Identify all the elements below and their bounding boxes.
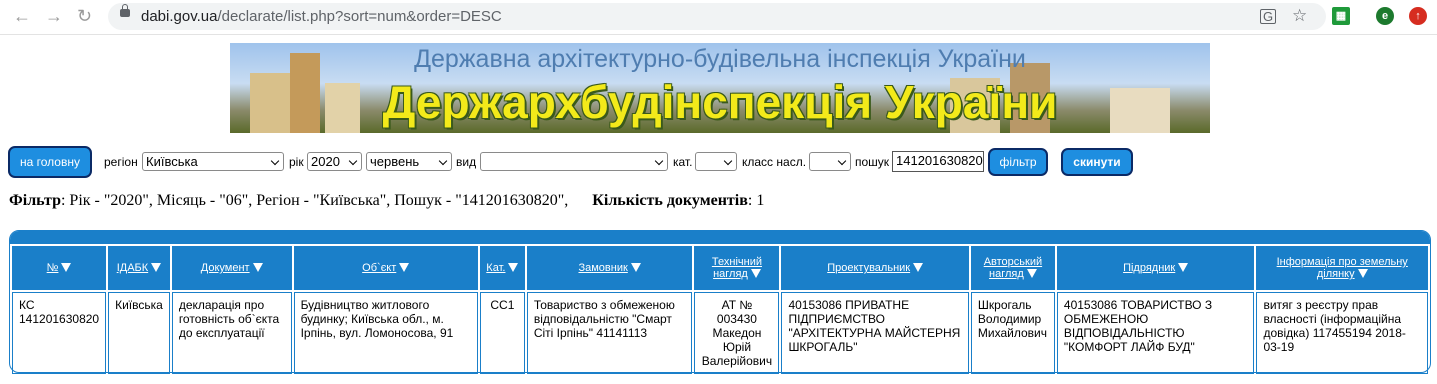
column-header-designer[interactable]: Проектувальник: [781, 246, 969, 290]
column-header-customer[interactable]: Замовник: [526, 246, 693, 290]
filter-summary-text: : Рік - "2020", Місяць - "06", Регіон - …: [60, 192, 569, 209]
filter-button[interactable]: фільтр: [988, 148, 1048, 176]
translate-icon[interactable]: G: [1260, 9, 1277, 24]
sort-arrow-icon[interactable]: [399, 263, 410, 272]
class-label: класс насл.: [742, 155, 807, 169]
column-header-land-info[interactable]: Інформація про земельну ділянку: [1256, 246, 1428, 290]
filter-summary-label: Фільтр: [9, 192, 61, 209]
forward-icon[interactable]: →: [45, 6, 63, 26]
column-header-idabk[interactable]: ІДАБК: [108, 246, 170, 290]
browser-toolbar: ← → ↻ dabi.gov.ua/declarate/list.php?sor…: [0, 0, 1437, 35]
category-label: кат.: [673, 155, 693, 169]
table-row: КС 141201630820 Київська декларація про …: [12, 292, 1428, 374]
region-select[interactable]: Київська: [142, 152, 284, 171]
cell-author-supervision: Шкрогаль Володимир Михайлович: [970, 292, 1055, 374]
profile-avatar[interactable]: e: [1376, 7, 1394, 25]
cell-tech-supervision: АТ № 003430 Македон Юрій Валерійович: [694, 292, 780, 374]
month-select[interactable]: червень: [366, 152, 452, 171]
year-select[interactable]: 2020: [307, 152, 362, 171]
cell-designer: 40153086 ПРИВАТНЕ ПІДПРИЄМСТВО "АРХІТЕКТ…: [781, 292, 969, 374]
banner-title: Держархбудінспекція України: [382, 76, 1058, 128]
search-label: пошук: [855, 155, 890, 169]
sort-arrow-icon[interactable]: [750, 269, 761, 278]
column-header-tech-supervision[interactable]: Технічний нагляд: [694, 246, 780, 290]
declarations-table-container: № ІДАБК Документ Об`єкт Кат. Замовник Те…: [9, 230, 1431, 376]
cell-contractor: 40153086 ТОВАРИСТВО З ОБМЕЖЕНОЮ ВІДПОВІД…: [1056, 292, 1255, 374]
column-header-contractor[interactable]: Підрядник: [1056, 246, 1255, 290]
sort-arrow-icon[interactable]: [252, 263, 263, 272]
banner-subtitle: Державна архітектурно-будівельна інспекц…: [414, 45, 1026, 73]
bookmark-star-icon[interactable]: ☆: [1292, 6, 1307, 26]
sort-arrow-icon[interactable]: [630, 263, 641, 272]
filter-summary: Фільтр: Рік - "2020", Місяць - "06", Рег…: [9, 192, 764, 210]
cell-idabk: Київська: [108, 292, 170, 374]
address-bar[interactable]: dabi.gov.ua/declarate/list.php?sort=num&…: [108, 3, 1326, 30]
table-header-row: № ІДАБК Документ Об`єкт Кат. Замовник Те…: [12, 246, 1428, 290]
reload-icon[interactable]: ↻: [77, 6, 92, 26]
region-label: регіон: [104, 155, 138, 169]
site-banner: Державна архітектурно-будівельна інспекц…: [230, 43, 1210, 133]
column-header-object[interactable]: Об`єкт: [293, 246, 478, 290]
cell-object: Будівництво житлового будинку; Київська …: [293, 292, 478, 374]
lock-icon: [120, 4, 130, 17]
cell-customer: Товариство з обмеженою відповідальністю …: [526, 292, 693, 374]
sort-arrow-icon[interactable]: [1357, 269, 1368, 278]
reset-button[interactable]: скинути: [1061, 148, 1133, 176]
table-caption-bar: [10, 231, 1430, 244]
column-header-author-supervision[interactable]: Авторський нагляд: [970, 246, 1055, 290]
document-count-label: Кількість документів: [592, 192, 748, 209]
cell-num: КС 141201630820: [12, 292, 107, 374]
type-label: вид: [456, 155, 477, 169]
category-select[interactable]: [695, 152, 737, 171]
sort-arrow-icon[interactable]: [508, 263, 519, 272]
extension-icon[interactable]: ▦: [1332, 7, 1350, 25]
sort-arrow-icon[interactable]: [1026, 269, 1037, 278]
year-label: рік: [289, 155, 304, 169]
sort-arrow-icon[interactable]: [61, 263, 72, 272]
column-header-num[interactable]: №: [12, 246, 107, 290]
column-header-category[interactable]: Кат.: [479, 246, 525, 290]
home-button[interactable]: на головну: [8, 146, 92, 178]
type-select[interactable]: [480, 152, 668, 171]
cell-land-info: витяг з реєстру прав власності (інформац…: [1256, 292, 1428, 374]
column-header-document[interactable]: Документ: [171, 246, 292, 290]
search-input[interactable]: 141201630820: [892, 151, 984, 172]
url-text: dabi.gov.ua/declarate/list.php?sort=num&…: [141, 8, 502, 25]
document-count: : 1: [747, 192, 765, 209]
cell-category: СС1: [479, 292, 525, 374]
cell-document: декларація про готовність об`єкта до екс…: [171, 292, 292, 374]
class-select[interactable]: [809, 152, 851, 171]
update-icon[interactable]: ↑: [1409, 7, 1427, 25]
declarations-table: № ІДАБК Документ Об`єкт Кат. Замовник Те…: [10, 244, 1430, 376]
sort-arrow-icon[interactable]: [151, 263, 162, 272]
sort-arrow-icon[interactable]: [1178, 263, 1189, 272]
sort-arrow-icon[interactable]: [913, 263, 924, 272]
back-icon[interactable]: ←: [13, 6, 31, 26]
